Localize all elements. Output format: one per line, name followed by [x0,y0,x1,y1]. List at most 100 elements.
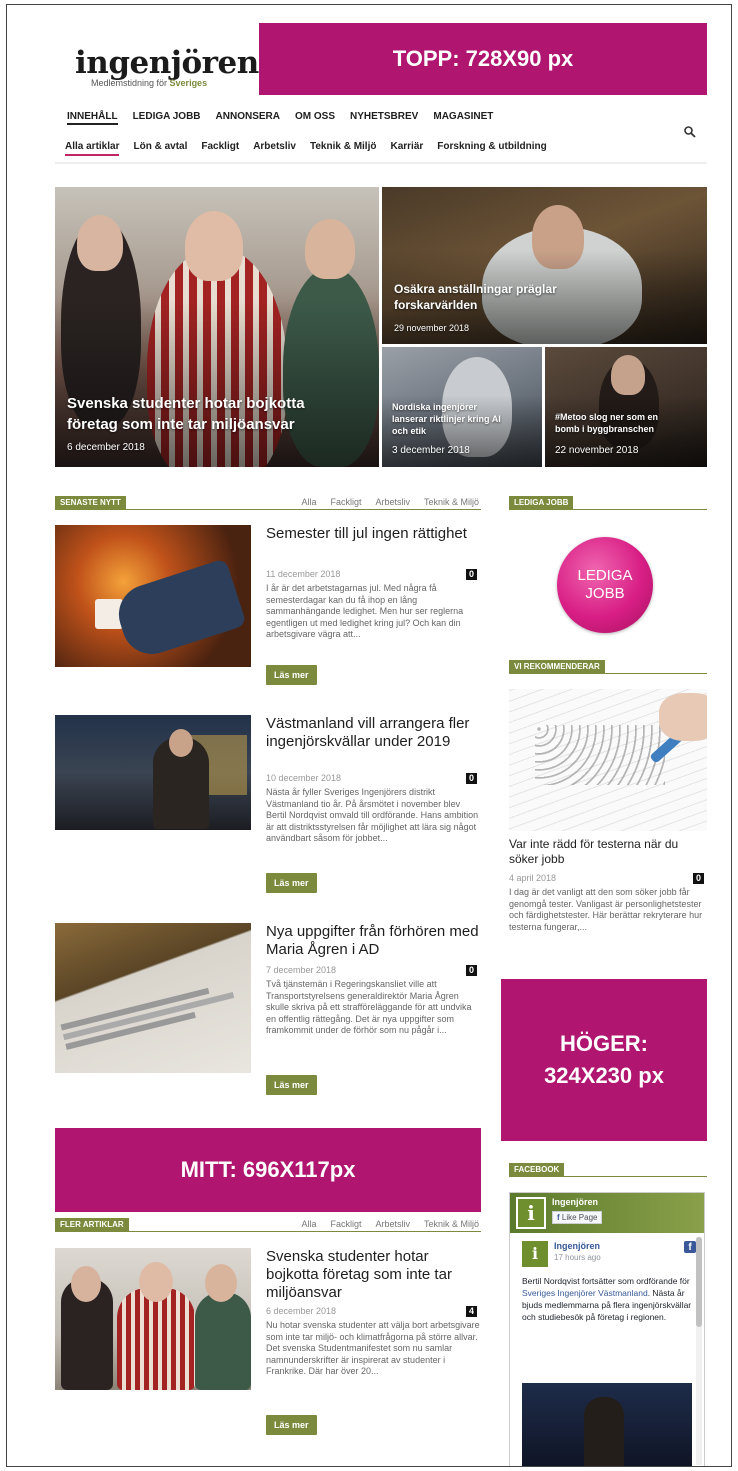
article-excerpt: I år är det arbetstagarnas jul. Med någr… [266,583,464,639]
fb-scrollbar-thumb[interactable] [696,1237,702,1327]
photo-face [139,1262,173,1302]
read-more-button[interactable]: Läs mer [266,665,317,685]
recommend-section-label: VI REKOMMENDERAR [509,660,605,674]
filter-fackligt[interactable]: Fackligt [330,1219,361,1229]
facebook-section-label: FACEBOOK [509,1163,565,1177]
more-section-header: FLER ARTIKLAR Alla Fackligt Arbetsliv Te… [55,1218,481,1232]
article-thumbnail[interactable] [55,1248,251,1390]
facebook-section-header: FACEBOOK [509,1163,707,1177]
tab-alla-artiklar[interactable]: Alla artiklar [65,141,120,156]
nav-divider [55,162,707,164]
tab-forskning-utbildning[interactable]: Forskning & utbildning [437,141,546,156]
more-section-label: FLER ARTIKLAR [55,1218,129,1232]
photo-person [195,1292,251,1390]
comment-count-badge: 0 [466,965,477,976]
fb-post-image[interactable] [522,1383,692,1466]
nav-item-nyhetsbrev[interactable]: NYHETSBREV [350,111,418,125]
filter-teknik-miljo[interactable]: Teknik & Miljö [424,497,479,507]
filter-arbetsliv[interactable]: Arbetsliv [375,1219,410,1229]
photo-face [205,1264,237,1302]
comment-count-badge: 0 [693,873,704,884]
filter-arbetsliv[interactable]: Arbetsliv [375,497,410,507]
article-date: 6 december 2018 [266,1306,337,1316]
hero-photo-face [611,355,645,395]
hero-photo-face [185,211,243,281]
filter-teknik-miljo[interactable]: Teknik & Miljö [424,1219,479,1229]
jobs-circle-line-1: LEDIGA [577,567,633,584]
comment-count-badge: 4 [466,1306,477,1317]
article-date: 11 december 2018 [266,569,341,579]
read-more-button[interactable]: Läs mer [266,1415,317,1435]
facebook-icon[interactable]: f [684,1241,696,1253]
hero-article-bottom-right[interactable]: #Metoo slog ner som en bomb i byggbransch… [545,347,707,467]
article-date: 10 december 2018 [266,773,342,783]
fb-like-label: Like Page [561,1213,598,1222]
article-date: 7 december 2018 [266,965,337,975]
photo-answer-sheet [535,725,665,785]
jobs-section-label: LEDIGA JOBB [509,496,574,510]
hero-main-title: Svenska studenter hotar bojkotta företag … [67,395,305,433]
photo-person [117,1288,195,1390]
article-title[interactable]: Svenska studenter hotar bojkotta företag… [266,1248,480,1302]
article-title[interactable]: Semester till jul ingen rättighet [266,525,480,543]
article-excerpt: Nästa år fyller Sveriges Ingenjörers dis… [266,787,479,843]
recommend-title[interactable]: Var inte rädd för testerna när du söker … [509,837,707,867]
filter-fackligt[interactable]: Fackligt [330,497,361,507]
read-more-button[interactable]: Läs mer [266,873,317,893]
ad-right-line-2: 324X230 px [544,1063,664,1088]
more-filters: Alla Fackligt Arbetsliv Teknik & Miljö [301,1219,479,1229]
recommend-section-header: VI REKOMMENDERAR [509,660,707,674]
photo-hand [659,693,707,741]
lediga-jobb-button[interactable]: LEDIGA JOBB [557,537,653,633]
photo-socks [111,558,247,662]
page-frame: ingenjören Medlemstidning för Sveriges T… [6,4,732,1467]
recommend-thumbnail[interactable] [509,689,707,831]
read-more-button[interactable]: Läs mer [266,1075,317,1095]
article-title[interactable]: Nya uppgifter från förhören med Maria Åg… [266,923,480,959]
site-logo[interactable]: ingenjören Medlemstidning för Sveriges [75,47,259,88]
tab-fackligt[interactable]: Fackligt [201,141,239,156]
hero-article-bottom-left[interactable]: Nordiska ingenjörer lanserar riktlinjer k… [382,347,542,467]
ad-top-banner[interactable]: TOPP: 728X90 px [259,23,707,95]
hero-main-date: 6 december 2018 [67,442,145,453]
nav-item-innehall[interactable]: INNEHÅLL [67,111,118,125]
fb-post-author[interactable]: Ingenjören [554,1241,600,1251]
article-thumbnail[interactable] [55,715,251,830]
article-title[interactable]: Västmanland vill arrangera fler ingenjör… [266,715,480,751]
article-thumbnail[interactable] [55,525,251,667]
ad-right-banner[interactable]: HÖGER: 324X230 px [501,979,707,1141]
search-icon[interactable] [683,125,697,139]
tab-karriar[interactable]: Karriär [390,141,423,156]
fb-like-button[interactable]: f Like Page [552,1211,603,1224]
fb-scrollbar[interactable] [696,1237,702,1465]
fb-page-name[interactable]: Ingenjören [552,1197,598,1207]
hero-main-article[interactable]: Svenska studenter hotar bojkotta företag … [55,187,379,467]
fb-page-logo: i [516,1197,546,1229]
category-nav: Alla artiklar Lön & avtal Fackligt Arbet… [65,141,547,156]
nav-item-lediga-jobb[interactable]: LEDIGA JOBB [133,111,201,125]
filter-alla[interactable]: Alla [301,497,316,507]
hero-bl-date: 3 december 2018 [392,445,470,456]
tab-arbetsliv[interactable]: Arbetsliv [253,141,296,156]
latest-section-label: SENASTE NYTT [55,496,126,510]
fb-post-time: 17 hours ago [554,1253,601,1262]
latest-section-header: SENASTE NYTT Alla Fackligt Arbetsliv Tek… [55,496,481,510]
hero-tr-date: 29 november 2018 [394,323,470,333]
fb-post-text: Bertil Nordqvist fortsätter som ordföran… [522,1276,692,1322]
main-nav: INNEHÅLL LEDIGA JOBB ANNONSERA OM OSS NY… [67,111,493,125]
hero-tr-title: Osäkra anställningar präglar forskarvärld… [394,282,557,312]
comment-count-badge: 0 [466,773,477,784]
hero-article-top-right[interactable]: Osäkra anställningar präglar forskarvärld… [382,187,707,344]
photo-newspaper [60,975,251,1071]
article-thumbnail[interactable] [55,923,251,1073]
ad-right-line-1: HÖGER: [560,1031,648,1056]
tab-lon-avtal[interactable]: Lön & avtal [133,141,187,156]
ad-mid-banner[interactable]: MITT: 696X117px [55,1128,481,1212]
nav-item-om-oss[interactable]: OM OSS [295,111,335,125]
filter-alla[interactable]: Alla [301,1219,316,1229]
nav-item-magasinet[interactable]: MAGASINET [433,111,493,125]
photo-person [584,1397,624,1466]
jobs-circle-line-2: JOBB [585,585,625,602]
tab-teknik-miljo[interactable]: Teknik & Miljö [310,141,377,156]
nav-item-annonsera[interactable]: ANNONSERA [216,111,280,125]
